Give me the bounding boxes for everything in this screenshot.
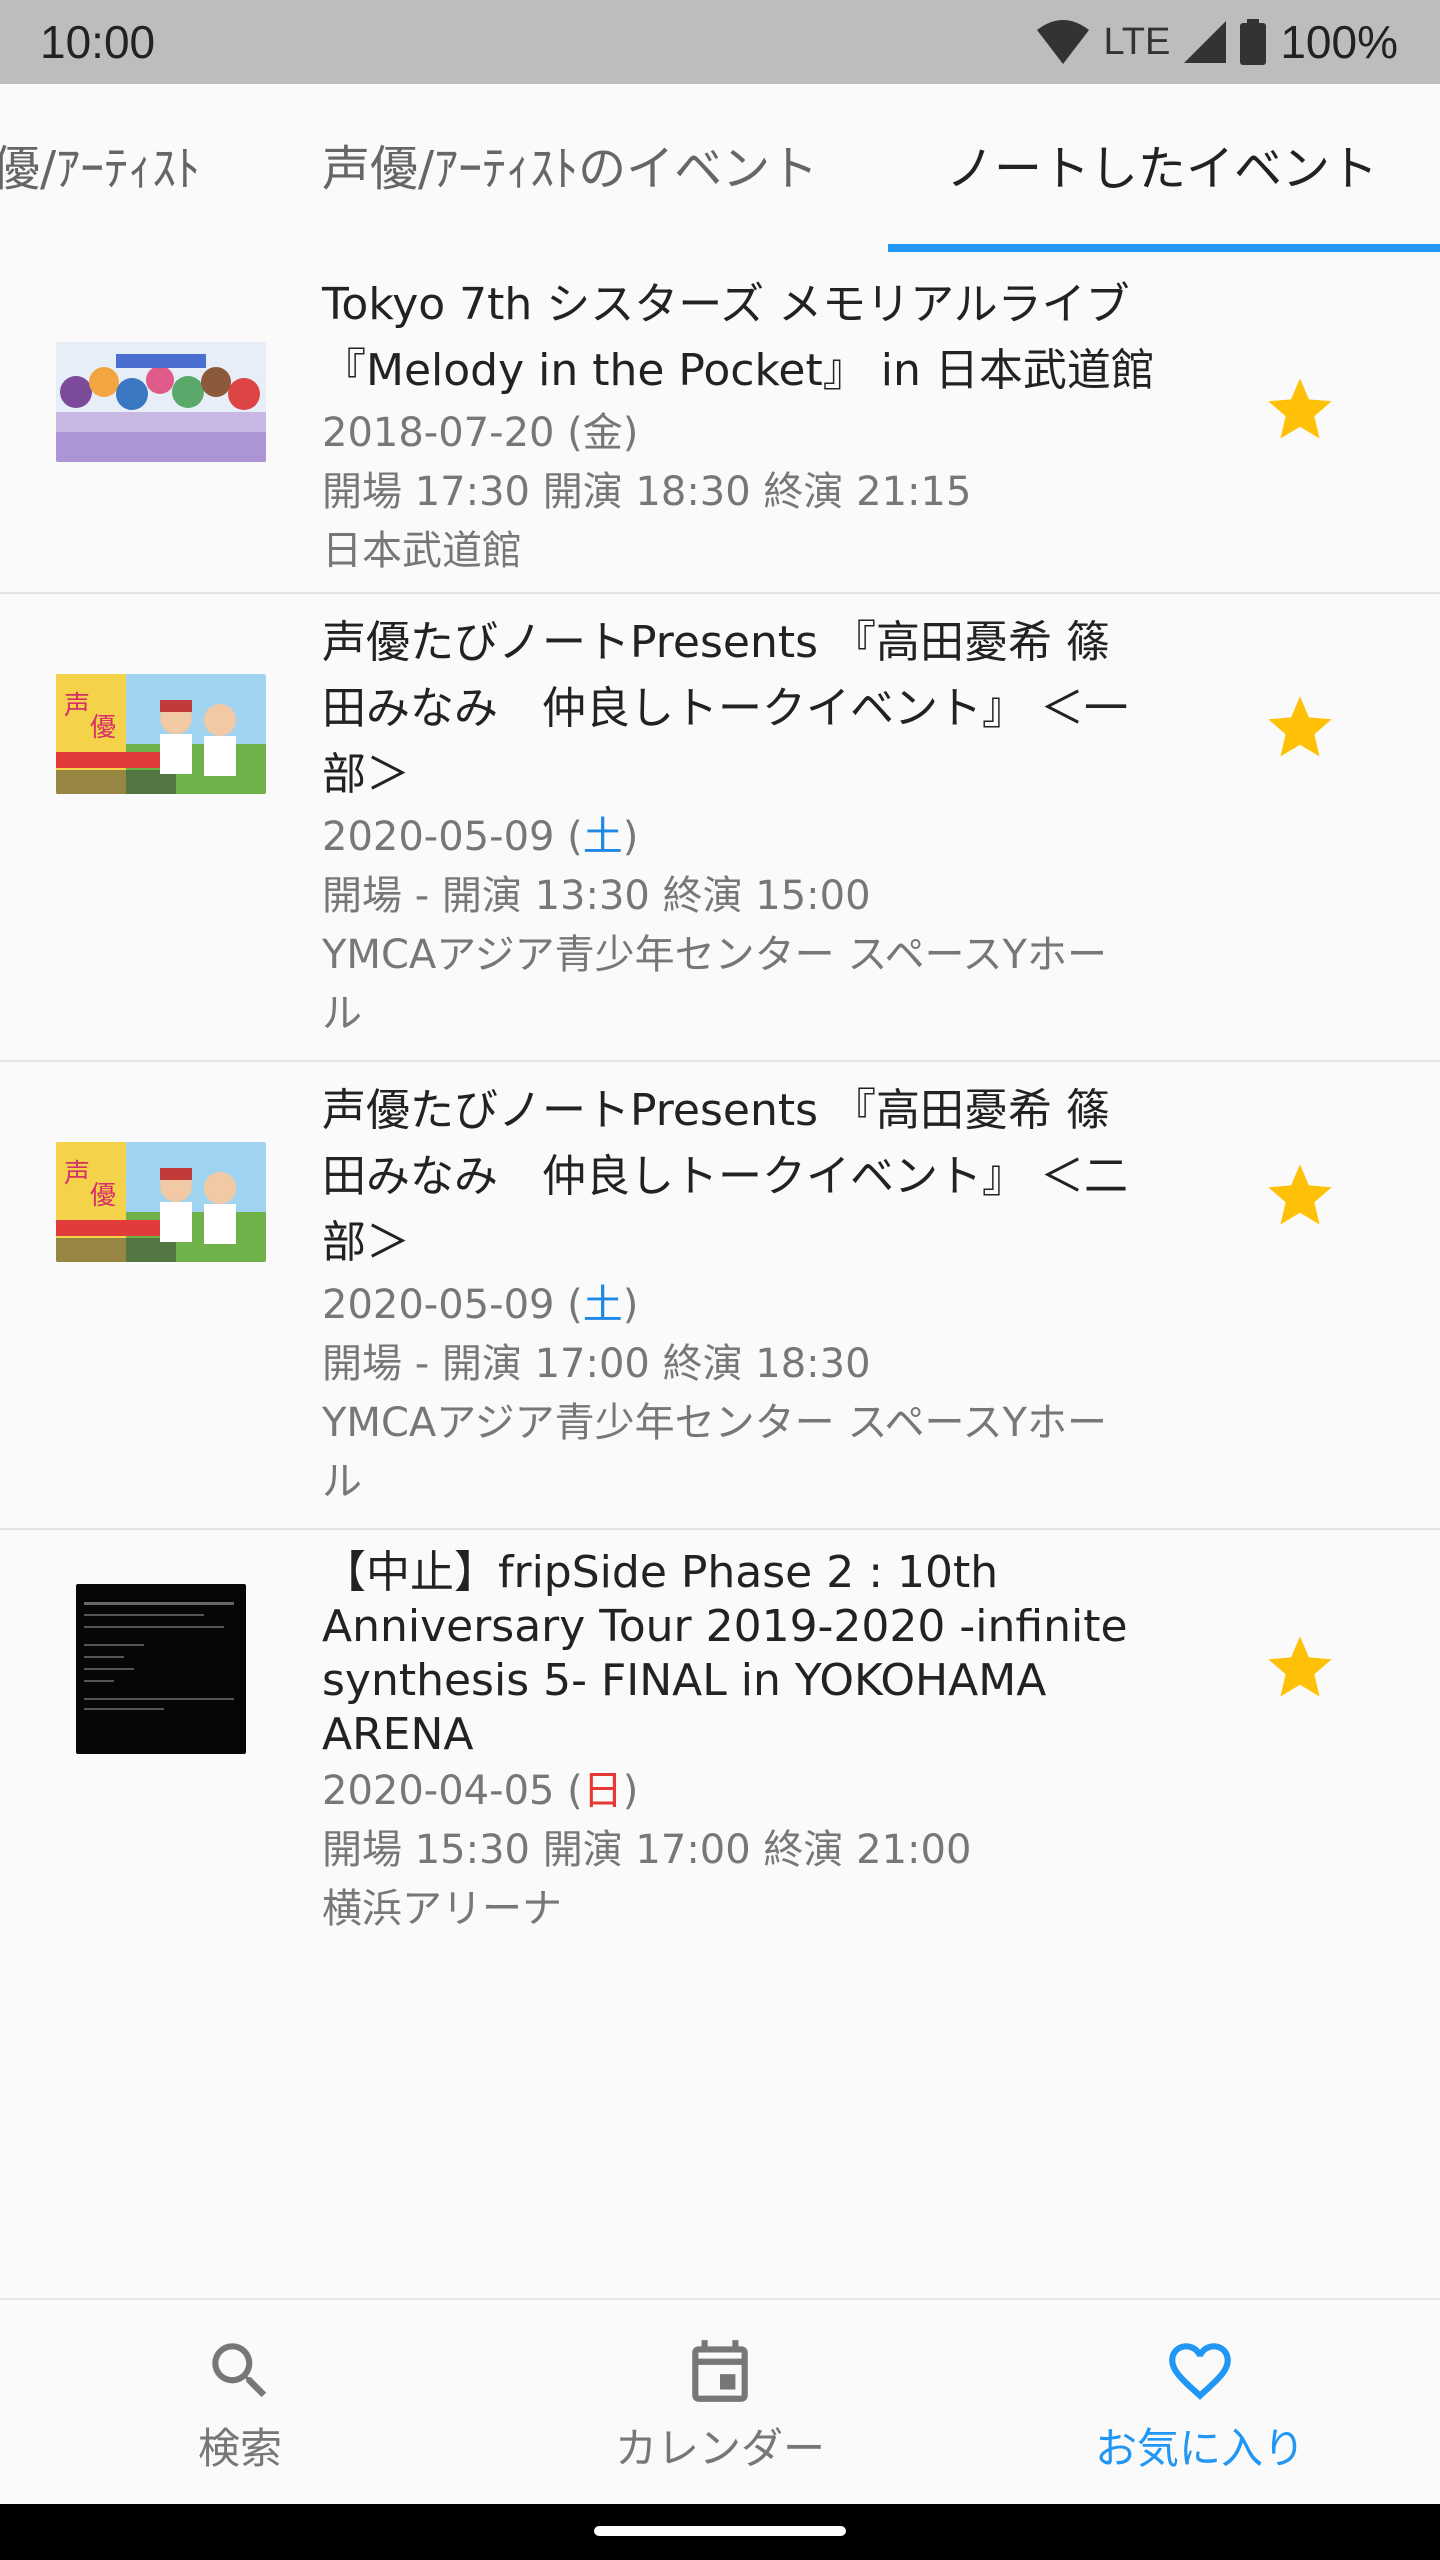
nav-search[interactable]: 検索 [0,2300,480,2506]
favorite-star-icon[interactable] [1262,1158,1338,1234]
event-title-line: ARENA [322,1709,474,1760]
nav-search-label: 検索 [197,2424,282,2473]
svg-text:優: 優 [90,713,116,743]
event-title-line: 部＞ [322,1217,410,1268]
event-row[interactable]: 【中止】fripSide Phase 2 : 10th Anniversary … [0,1530,1440,1950]
anime-cast-thumbnail-icon [56,342,266,462]
event-title-line: 声優たびノートPresents 『高田憂希 篠 [322,1085,1110,1136]
system-navigation-bar [0,2504,1440,2560]
event-date-value: 2020-04-05 [322,1768,555,1814]
event-title-line: 声優たびノートPresents 『高田憂希 篠 [322,617,1110,668]
event-date: 2020-04-05 (日) [322,1768,639,1814]
event-weekday: 土 [582,814,623,860]
tab-artist-events[interactable]: 声優/ｱｰﾃｨｽﾄのイベント [322,134,818,204]
cell-signal-icon [1184,21,1227,63]
battery-percentage: 100% [1280,16,1398,68]
event-title-line: Tokyo 7th シスターズ メモリアルライブ [322,279,1130,330]
event-times: 開場 - 開演 17:00 終演 18:30 [322,1341,871,1387]
event-venue: YMCAアジア青少年センター スペースYホー ル [322,1394,1172,1512]
status-time: 10:00 [40,16,156,68]
event-weekday: 金 [582,410,623,456]
battery-icon [1240,19,1267,65]
event-date: 2020-05-09 (土) [322,1282,639,1328]
event-flyer-thumbnail-icon: 声 優 [56,674,266,794]
event-times: 開場 - 開演 13:30 終演 15:00 [322,873,871,919]
notice-screen-thumbnail-icon [76,1584,246,1754]
event-list: Tokyo 7th シスターズ メモリアルライブ 『Melody in the … [0,252,1440,1950]
event-title: Tokyo 7th シスターズ メモリアルライブ 『Melody in the … [322,272,1172,404]
tab-bar: 優/ｱｰﾃｨｽﾄ 声優/ｱｰﾃｨｽﾄのイベント ノートしたイベント [0,84,1440,252]
event-info: 声優たびノートPresents 『高田憂希 篠 田みなみ 仲良しトークイベント』… [322,1078,1172,1512]
event-title-line: 『Melody in the Pocket』 in 日本武道館 [322,345,1155,396]
event-times: 開場 15:30 開演 17:00 終演 21:00 [322,1827,972,1873]
event-flyer-thumbnail-icon: 声 優 [56,1142,266,1262]
event-date-value: 2020-05-09 [322,814,555,860]
search-icon [203,2334,277,2412]
event-date: 2020-05-09 (土) [322,814,639,860]
event-venue-line: ル [322,1459,362,1505]
event-venue: YMCAアジア青少年センター スペースYホー ル [322,926,1172,1044]
nav-favorites-label: お気に入り [1094,2424,1305,2473]
event-venue-line: 日本武道館 [322,528,522,574]
event-row[interactable]: 声 優 声優たびノートPresents 『高田憂希 篠 田みなみ 仲良しトークイ… [0,594,1440,1062]
event-title-line: 部＞ [322,749,410,800]
event-title-line: 田みなみ 仲良しトークイベント』 ＜一 [322,683,1128,734]
favorite-star-icon[interactable] [1262,690,1338,766]
tab-artists[interactable]: 優/ｱｰﾃｨｽﾄ [0,134,200,204]
svg-text:声: 声 [64,691,90,721]
status-bar: 10:00 LTE 100% [0,0,1440,84]
bottom-navigation: 検索 カレンダー お気に入り [0,2298,1440,2504]
svg-text:優: 優 [90,1181,116,1211]
event-title: 【中止】fripSide Phase 2 : 10th Anniversary … [322,1546,1172,1762]
event-info: 声優たびノートPresents 『高田憂希 篠 田みなみ 仲良しトークイベント』… [322,610,1172,1044]
tab-noted-events[interactable]: ノートしたイベント [946,134,1378,204]
event-weekday: 日 [582,1768,623,1814]
favorite-star-icon[interactable] [1262,372,1338,448]
svg-text:声: 声 [64,1159,90,1189]
nav-favorites[interactable]: お気に入り [960,2300,1440,2506]
event-venue-line: 横浜アリーナ [322,1886,562,1932]
event-date-value: 2018-07-20 [322,410,555,456]
calendar-icon [683,2334,757,2412]
event-date-value: 2020-05-09 [322,1282,555,1328]
status-icons: LTE 100% [1037,12,1398,72]
event-title-line: 田みなみ 仲良しトークイベント』 ＜二 [322,1151,1128,1202]
event-row[interactable]: Tokyo 7th シスターズ メモリアルライブ 『Melody in the … [0,252,1440,594]
event-title: 声優たびノートPresents 『高田憂希 篠 田みなみ 仲良しトークイベント』… [322,610,1172,808]
app-screen: 10:00 LTE 100% 優/ｱｰﾃｨｽﾄ 声優/ｱｰﾃｨｽﾄのイベント ノ… [0,0,1440,2560]
wifi-icon [1037,20,1090,64]
event-info: 【中止】fripSide Phase 2 : 10th Anniversary … [322,1546,1172,1939]
network-type: LTE [1103,20,1171,63]
home-gesture-handle[interactable] [594,2526,846,2536]
event-venue: 日本武道館 [322,522,1172,581]
nav-calendar[interactable]: カレンダー [480,2300,960,2506]
event-title: 声優たびノートPresents 『高田憂希 篠 田みなみ 仲良しトークイベント』… [322,1078,1172,1276]
event-title-line: synthesis 5- FINAL in YOKOHAMA [322,1655,1047,1706]
nav-calendar-label: カレンダー [614,2424,825,2473]
event-times: 開場 17:30 開演 18:30 終演 21:15 [322,469,972,515]
favorite-star-icon[interactable] [1262,1630,1338,1706]
event-row[interactable]: 声 優 声優たびノートPresents 『高田憂希 篠 田みなみ 仲良しトークイ… [0,1062,1440,1530]
event-title-line: Anniversary Tour 2019-2020 -infinite [322,1601,1128,1652]
event-date: 2018-07-20 (金) [322,410,639,456]
event-info: Tokyo 7th シスターズ メモリアルライブ 『Melody in the … [322,272,1172,581]
event-venue-line: ル [322,991,362,1037]
active-tab-indicator [888,244,1440,252]
heart-icon [1163,2334,1237,2412]
event-venue-line: YMCAアジア青少年センター スペースYホー [322,1400,1107,1446]
event-venue: 横浜アリーナ [322,1880,1172,1939]
event-title-line: 【中止】fripSide Phase 2 : 10th [322,1547,999,1598]
event-weekday: 土 [582,1282,623,1328]
event-venue-line: YMCAアジア青少年センター スペースYホー [322,932,1107,978]
